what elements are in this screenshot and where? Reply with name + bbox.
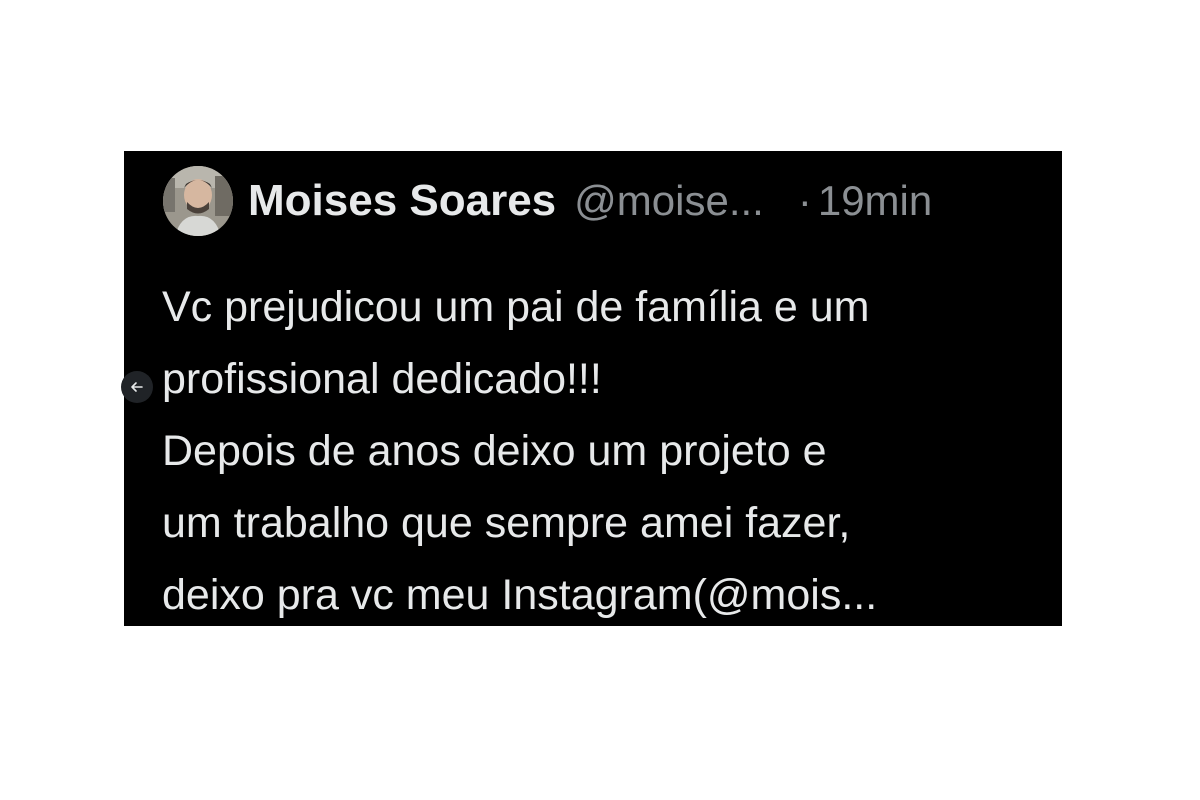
tweet-header: Moises Soares @moise... · 19min: [248, 173, 1056, 229]
tweet-text-line: um trabalho que sempre amei fazer,: [162, 499, 851, 547]
tweet-text-line: Depois de anos deixo um projeto e: [162, 427, 827, 475]
avatar-photo-icon: [163, 166, 233, 236]
author-handle[interactable]: @moise...: [574, 177, 764, 225]
time-separator: ·: [797, 177, 812, 224]
tweet-card[interactable]: Moises Soares @moise... · 19min Vc preju…: [124, 151, 1062, 626]
author-avatar[interactable]: [163, 166, 233, 236]
tweet-text-line: deixo pra vc meu Instagram(@mois...: [162, 571, 878, 619]
arrow-left-icon: [131, 382, 143, 392]
tweet-text-line: profissional dedicado!!!: [162, 355, 602, 403]
back-button[interactable]: [121, 371, 153, 403]
tweet-timestamp[interactable]: 19min: [818, 177, 932, 225]
tweet-text-line: Vc prejudicou um pai de família e um: [162, 283, 870, 331]
author-name[interactable]: Moises Soares: [248, 176, 556, 226]
screenshot-stage: Moises Soares @moise... · 19min Vc preju…: [0, 0, 1200, 800]
tweet-body: Vc prejudicou um pai de família e um pro…: [162, 271, 1052, 626]
